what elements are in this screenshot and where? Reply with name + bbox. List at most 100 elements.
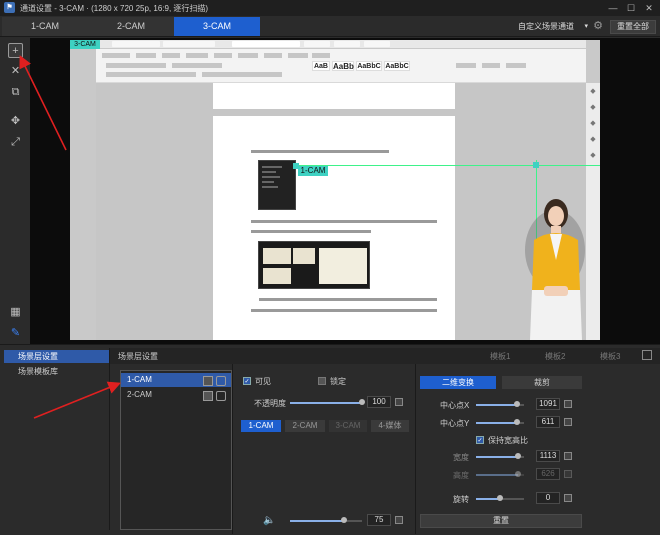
- volume-keyframe-button[interactable]: [395, 516, 403, 524]
- reset-all-button[interactable]: 重置全部: [610, 20, 656, 34]
- template-2-tab[interactable]: 模板2: [545, 351, 565, 362]
- tab-crop[interactable]: 裁剪: [502, 376, 582, 389]
- lock-icon[interactable]: [216, 391, 226, 401]
- lock-checkbox[interactable]: [318, 377, 326, 385]
- center-x-label: 中心点X: [440, 401, 470, 410]
- app-logo-icon: ⚑: [4, 2, 15, 13]
- center-x-field[interactable]: 1091: [536, 398, 560, 410]
- document-page: [213, 83, 455, 109]
- side-panel-icon: ◆: [590, 120, 596, 127]
- volume-slider-fill: [290, 520, 344, 522]
- source-4-media[interactable]: 4-媒体: [371, 420, 409, 432]
- center-x-slider-fill: [476, 404, 517, 406]
- side-panel-icon: ◆: [590, 136, 596, 143]
- captured-tab: [364, 41, 390, 47]
- layer-overlay-label[interactable]: 1-CAM: [298, 166, 328, 176]
- style-heading2: AaBbC: [356, 61, 382, 71]
- volume-slider-knob[interactable]: [341, 517, 347, 523]
- center-y-slider-knob[interactable]: [513, 419, 520, 425]
- gear-icon[interactable]: ⚙: [592, 20, 604, 32]
- maximize-button[interactable]: ☐: [624, 2, 638, 14]
- source-2-cam[interactable]: 2-CAM: [285, 420, 325, 432]
- visible-label: 可见: [255, 377, 271, 386]
- center-x-slider-knob[interactable]: [513, 401, 520, 407]
- tab-3-cam[interactable]: 3-CAM: [174, 17, 260, 36]
- width-slider-knob[interactable]: [514, 453, 521, 459]
- side-panel-icon: ◆: [590, 152, 596, 159]
- center-icon[interactable]: ✥: [8, 114, 23, 129]
- scene-channel-value: 自定义场景通道: [518, 22, 574, 31]
- height-label: 高度: [453, 471, 469, 480]
- captured-tab: [112, 41, 160, 47]
- resize-handle[interactable]: [533, 162, 539, 168]
- center-y-field[interactable]: 611: [536, 416, 560, 428]
- document-page: [213, 116, 455, 340]
- nav-item-scene-template[interactable]: 场景模板库: [4, 365, 109, 378]
- keep-ratio-label: 保持宽高比: [488, 436, 528, 445]
- visibility-icon[interactable]: [203, 391, 213, 401]
- opacity-slider[interactable]: [290, 402, 362, 404]
- visible-checkbox[interactable]: ✓: [243, 377, 251, 385]
- link-icon[interactable]: ✎: [8, 326, 23, 341]
- panel-header: [110, 348, 660, 364]
- tab-2d-transform[interactable]: 二维变换: [420, 376, 496, 389]
- window-title: 通道设置 - 3-CAM · (1280 x 720 25p, 16:9, 逐行…: [20, 4, 209, 13]
- keep-ratio-checkbox[interactable]: ✓: [476, 436, 484, 444]
- reset-transform-button[interactable]: 重置: [420, 514, 582, 528]
- nav-item-scene-layer[interactable]: 场景层设置: [4, 350, 109, 363]
- tab-1-cam[interactable]: 1-CAM: [2, 17, 88, 36]
- layer-item-1-cam[interactable]: 1-CAM: [121, 373, 231, 387]
- fit-icon[interactable]: ⤢: [8, 135, 23, 150]
- source-1-cam[interactable]: 1-CAM: [241, 420, 281, 432]
- add-icon[interactable]: +: [8, 43, 23, 58]
- layer-name: 1-CAM: [127, 375, 152, 384]
- width-keyframe-button[interactable]: [564, 452, 572, 460]
- chevron-down-icon: ▾: [584, 23, 588, 30]
- captured-tab: [232, 41, 300, 47]
- minimize-button[interactable]: —: [606, 2, 620, 14]
- opacity-keyframe-button[interactable]: [395, 398, 403, 406]
- divider: [415, 364, 416, 534]
- template-1-tab[interactable]: 模板1: [490, 351, 510, 362]
- document-screenshot: [258, 160, 296, 210]
- opacity-slider-fill: [290, 402, 362, 404]
- layout-icon[interactable]: [642, 350, 652, 360]
- volume-value-field[interactable]: 75: [367, 514, 391, 526]
- scene-channel-select[interactable]: 自定义场景通道 ▾: [518, 20, 588, 33]
- width-slider-fill: [476, 456, 518, 458]
- opacity-value-field[interactable]: 100: [367, 396, 391, 408]
- presenter-figure: [525, 199, 585, 340]
- volume-slider[interactable]: [290, 520, 362, 522]
- visibility-icon[interactable]: [203, 376, 213, 386]
- opacity-label: 不透明度: [254, 399, 286, 408]
- opacity-slider-knob[interactable]: [359, 399, 365, 405]
- current-cam-badge: 3-CAM: [70, 40, 100, 49]
- rotate-slider-knob[interactable]: [497, 495, 503, 501]
- panel-title: 场景层设置: [118, 352, 158, 361]
- captured-tab: [304, 41, 330, 47]
- copy-icon[interactable]: ⧉: [8, 85, 23, 100]
- rotate-field[interactable]: 0: [536, 492, 560, 504]
- grid-icon[interactable]: ▦: [8, 305, 23, 320]
- captured-tab: [163, 41, 215, 47]
- close-icon[interactable]: ✕: [8, 64, 23, 79]
- close-window-button[interactable]: ✕: [642, 2, 656, 14]
- height-slider-knob: [514, 471, 521, 477]
- rotate-label: 旋转: [453, 495, 469, 504]
- center-x-keyframe-button[interactable]: [564, 400, 572, 408]
- lock-icon[interactable]: [216, 376, 226, 386]
- speaker-icon: 🔈: [263, 515, 276, 526]
- document-screenshot: [258, 241, 370, 289]
- layer-item-2-cam[interactable]: 2-CAM: [121, 388, 231, 402]
- preview-margin: [600, 40, 628, 340]
- rotate-keyframe-button[interactable]: [564, 494, 572, 502]
- center-y-label: 中心点Y: [440, 419, 470, 428]
- center-y-keyframe-button[interactable]: [564, 418, 572, 426]
- divider: [232, 364, 233, 534]
- style-normal: AaB: [312, 61, 330, 71]
- tab-2-cam[interactable]: 2-CAM: [88, 17, 174, 36]
- template-3-tab[interactable]: 模板3: [600, 351, 620, 362]
- width-field[interactable]: 1113: [536, 450, 560, 462]
- layer-name: 2-CAM: [127, 390, 152, 399]
- height-slider-fill: [476, 474, 518, 476]
